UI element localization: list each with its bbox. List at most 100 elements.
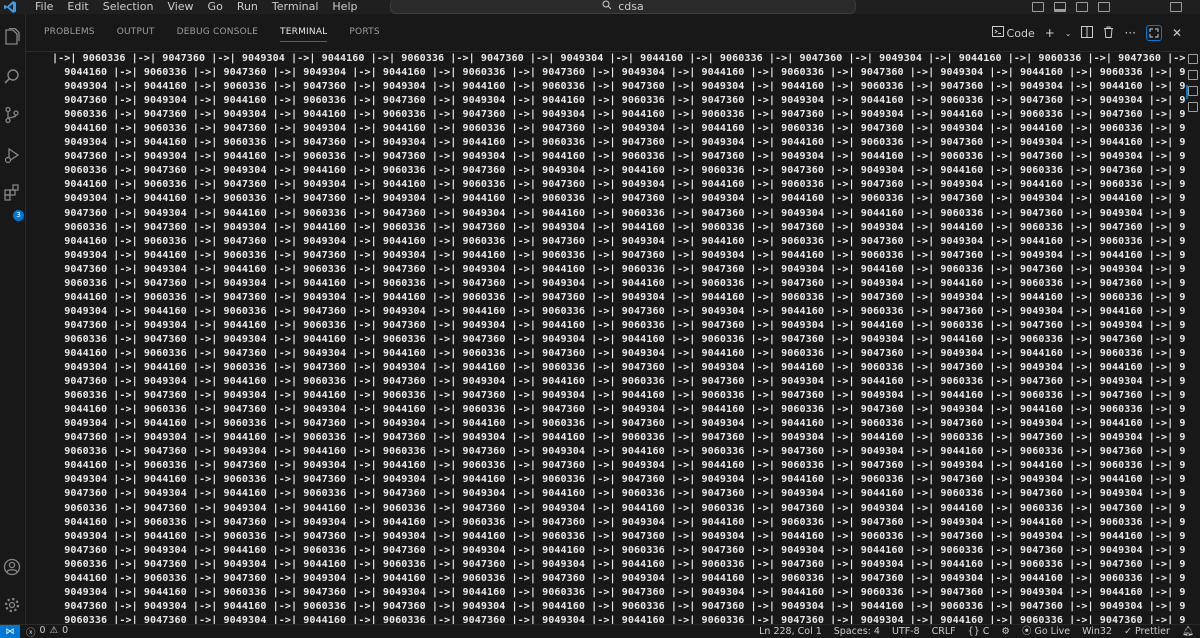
chevron-down-icon[interactable]: ⌄ (1065, 29, 1072, 38)
search-icon (602, 0, 612, 13)
encoding[interactable]: UTF-8 (892, 625, 920, 638)
terminal-line: 9047360 |->| 9049304 |->| 9044160 |->| 9… (52, 544, 1186, 556)
terminal-line: 9047360 |->| 9049304 |->| 9044160 |->| 9… (52, 263, 1186, 275)
terminal-line: 9049304 |->| 9044160 |->| 9060336 |->| 9… (52, 586, 1186, 598)
terminal-line: 9044160 |->| 9060336 |->| 9047360 |->| 9… (52, 67, 1186, 79)
menu-terminal[interactable]: Terminal (265, 0, 326, 14)
terminal-name: Code (1006, 26, 1035, 40)
copilot-icon[interactable]: ⚙ (1001, 625, 1010, 638)
terminal-tabs-list (1186, 52, 1200, 624)
terminal-icon (991, 26, 1004, 40)
terminal-line: 9049304 |->| 9044160 |->| 9060336 |->| 9… (52, 81, 1186, 93)
terminal-line: 9060336 |->| 9047360 |->| 9049304 |->| 9… (52, 502, 1186, 514)
terminal-line: 9049304 |->| 9044160 |->| 9060336 |->| 9… (52, 418, 1186, 430)
prettier-button[interactable]: ✓ Prettier (1124, 625, 1170, 638)
menu-edit[interactable]: Edit (60, 0, 95, 14)
toggle-secondary-sidebar-icon[interactable] (1076, 2, 1088, 12)
terminal-line: 9047360 |->| 9049304 |->| 9044160 |->| 9… (52, 488, 1186, 500)
menu-view[interactable]: View (160, 0, 200, 14)
panel-tabs: PROBLEMS OUTPUT DEBUG CONSOLE TERMINAL P… (44, 27, 380, 42)
problems-summary[interactable]: ⓧ 0 ⚠ 0 (26, 625, 68, 638)
terminal-line: 9060336 |->| 9047360 |->| 9049304 |->| 9… (52, 558, 1186, 570)
terminal-line: 9060336 |->| 9047360 |->| 9049304 |->| 9… (52, 109, 1186, 121)
search-text: cdsa (618, 0, 644, 13)
new-terminal-plus-icon[interactable]: + (1045, 26, 1055, 40)
settings-gear-icon[interactable] (1, 594, 23, 616)
menu-file[interactable]: File (28, 0, 60, 14)
terminal-line: 9047360 |->| 9049304 |->| 9044160 |->| 9… (52, 376, 1186, 388)
terminal-line: 9047360 |->| 9049304 |->| 9044160 |->| 9… (52, 95, 1186, 107)
search-view-icon[interactable] (1, 66, 23, 88)
close-panel-icon[interactable]: ✕ (1172, 26, 1182, 40)
terminal-line: 9047360 |->| 9049304 |->| 9044160 |->| 9… (52, 432, 1186, 444)
terminal-tab-4-icon[interactable] (1188, 102, 1198, 112)
terminal-tab-3-icon[interactable] (1188, 86, 1198, 96)
line-endings[interactable]: CRLF (932, 625, 956, 638)
terminal-tab-2-icon[interactable] (1188, 70, 1198, 80)
terminal-line: 9044160 |->| 9060336 |->| 9047360 |->| 9… (52, 404, 1186, 416)
remote-indicator-icon[interactable]: ⋈ (0, 624, 20, 638)
accounts-icon[interactable] (1, 556, 23, 578)
terminal-line: 9044160 |->| 9060336 |->| 9047360 |->| 9… (52, 291, 1186, 303)
terminal-line: 9060336 |->| 9047360 |->| 9049304 |->| 9… (52, 221, 1186, 233)
terminal-line: 9060336 |->| 9047360 |->| 9049304 |->| 9… (52, 277, 1186, 289)
run-debug-icon[interactable] (1, 144, 23, 166)
explorer-icon[interactable] (1, 26, 23, 48)
more-actions-icon[interactable]: ··· (1124, 26, 1135, 40)
terminal-tab-active-indicator (1186, 85, 1188, 99)
cursor-position[interactable]: Ln 228, Col 1 (759, 625, 822, 638)
trash-icon[interactable] (1103, 26, 1114, 41)
terminal-line: 9044160 |->| 9060336 |->| 9047360 |->| 9… (52, 516, 1186, 528)
terminal-line: 9060336 |->| 9047360 |->| 9049304 |->| 9… (52, 333, 1186, 345)
terminal-line: 9049304 |->| 9044160 |->| 9060336 |->| 9… (52, 362, 1186, 374)
status-bar: ⋈ ⓧ 0 ⚠ 0 Ln 228, Col 1 Spaces: 4 UTF-8 … (0, 624, 1200, 638)
language-mode[interactable]: {} C (968, 625, 990, 638)
terminal-line: 9044160 |->| 9060336 |->| 9047360 |->| 9… (52, 460, 1186, 472)
menu-help[interactable]: Help (325, 0, 364, 14)
broadcast-icon: ⦿ (1021, 626, 1035, 637)
terminal-line: 9049304 |->| 9044160 |->| 9060336 |->| 9… (52, 530, 1186, 542)
restore-window-icon[interactable] (1170, 2, 1182, 12)
terminal-line: 9044160 |->| 9060336 |->| 9047360 |->| 9… (52, 123, 1186, 135)
activity-bar: 3 (0, 14, 26, 624)
terminal-tab-1-icon[interactable] (1188, 54, 1198, 64)
terminal-line: 9049304 |->| 9044160 |->| 9060336 |->| 9… (52, 249, 1186, 261)
vscode-logo-icon (4, 1, 16, 13)
go-live-label: Go Live (1034, 626, 1071, 637)
terminal-line: 9060336 |->| 9047360 |->| 9049304 |->| 9… (52, 614, 1186, 624)
terminal-line: 9060336 |->| 9047360 |->| 9049304 |->| 9… (52, 165, 1186, 177)
tab-problems[interactable]: PROBLEMS (44, 27, 95, 42)
prettier-label: Prettier (1134, 626, 1170, 637)
go-live-button[interactable]: ⦿ Go Live (1022, 625, 1070, 638)
menu-run[interactable]: Run (230, 0, 265, 14)
terminal-line: 9060336 |->| 9047360 |->| 9049304 |->| 9… (52, 446, 1186, 458)
terminal-line: 9044160 |->| 9060336 |->| 9047360 |->| 9… (52, 347, 1186, 359)
toggle-panel-icon[interactable] (1054, 2, 1066, 12)
terminal-line: 9049304 |->| 9044160 |->| 9060336 |->| 9… (52, 137, 1186, 149)
platform[interactable]: Win32 (1082, 625, 1112, 638)
tab-debug-console[interactable]: DEBUG CONSOLE (177, 27, 258, 42)
split-terminal-icon[interactable] (1081, 25, 1094, 41)
customize-layout-icon[interactable] (1098, 2, 1110, 12)
terminal-line: |->| 9060336 |->| 9047360 |->| 9049304 |… (52, 53, 1186, 64)
toggle-primary-sidebar-icon[interactable] (1032, 2, 1044, 12)
maximize-panel-icon[interactable] (1145, 25, 1162, 41)
warning-icon: ⚠ (49, 624, 59, 636)
menu-go[interactable]: Go (201, 0, 230, 14)
terminal-output[interactable]: |->| 9060336 |->| 9047360 |->| 9049304 |… (26, 52, 1186, 624)
indentation[interactable]: Spaces: 4 (834, 625, 880, 638)
menu-selection[interactable]: Selection (96, 0, 161, 14)
tab-output[interactable]: OUTPUT (117, 27, 155, 42)
warning-count: 0 (62, 624, 69, 636)
error-icon: ⓧ (26, 627, 36, 638)
terminal-profile-selector[interactable]: Code (991, 26, 1035, 40)
terminal-line: 9047360 |->| 9049304 |->| 9044160 |->| 9… (52, 151, 1186, 163)
extensions-icon[interactable] (1, 182, 23, 204)
notifications-bell-icon[interactable]: 🔔︎ (1182, 625, 1194, 638)
source-control-icon[interactable] (1, 104, 23, 126)
command-center-search[interactable]: cdsa (390, 0, 856, 14)
tab-terminal[interactable]: TERMINAL (280, 27, 328, 42)
terminal-line: 9049304 |->| 9044160 |->| 9060336 |->| 9… (52, 193, 1186, 205)
terminal-line: 9044160 |->| 9060336 |->| 9047360 |->| 9… (52, 179, 1186, 191)
tab-ports[interactable]: PORTS (349, 27, 379, 42)
